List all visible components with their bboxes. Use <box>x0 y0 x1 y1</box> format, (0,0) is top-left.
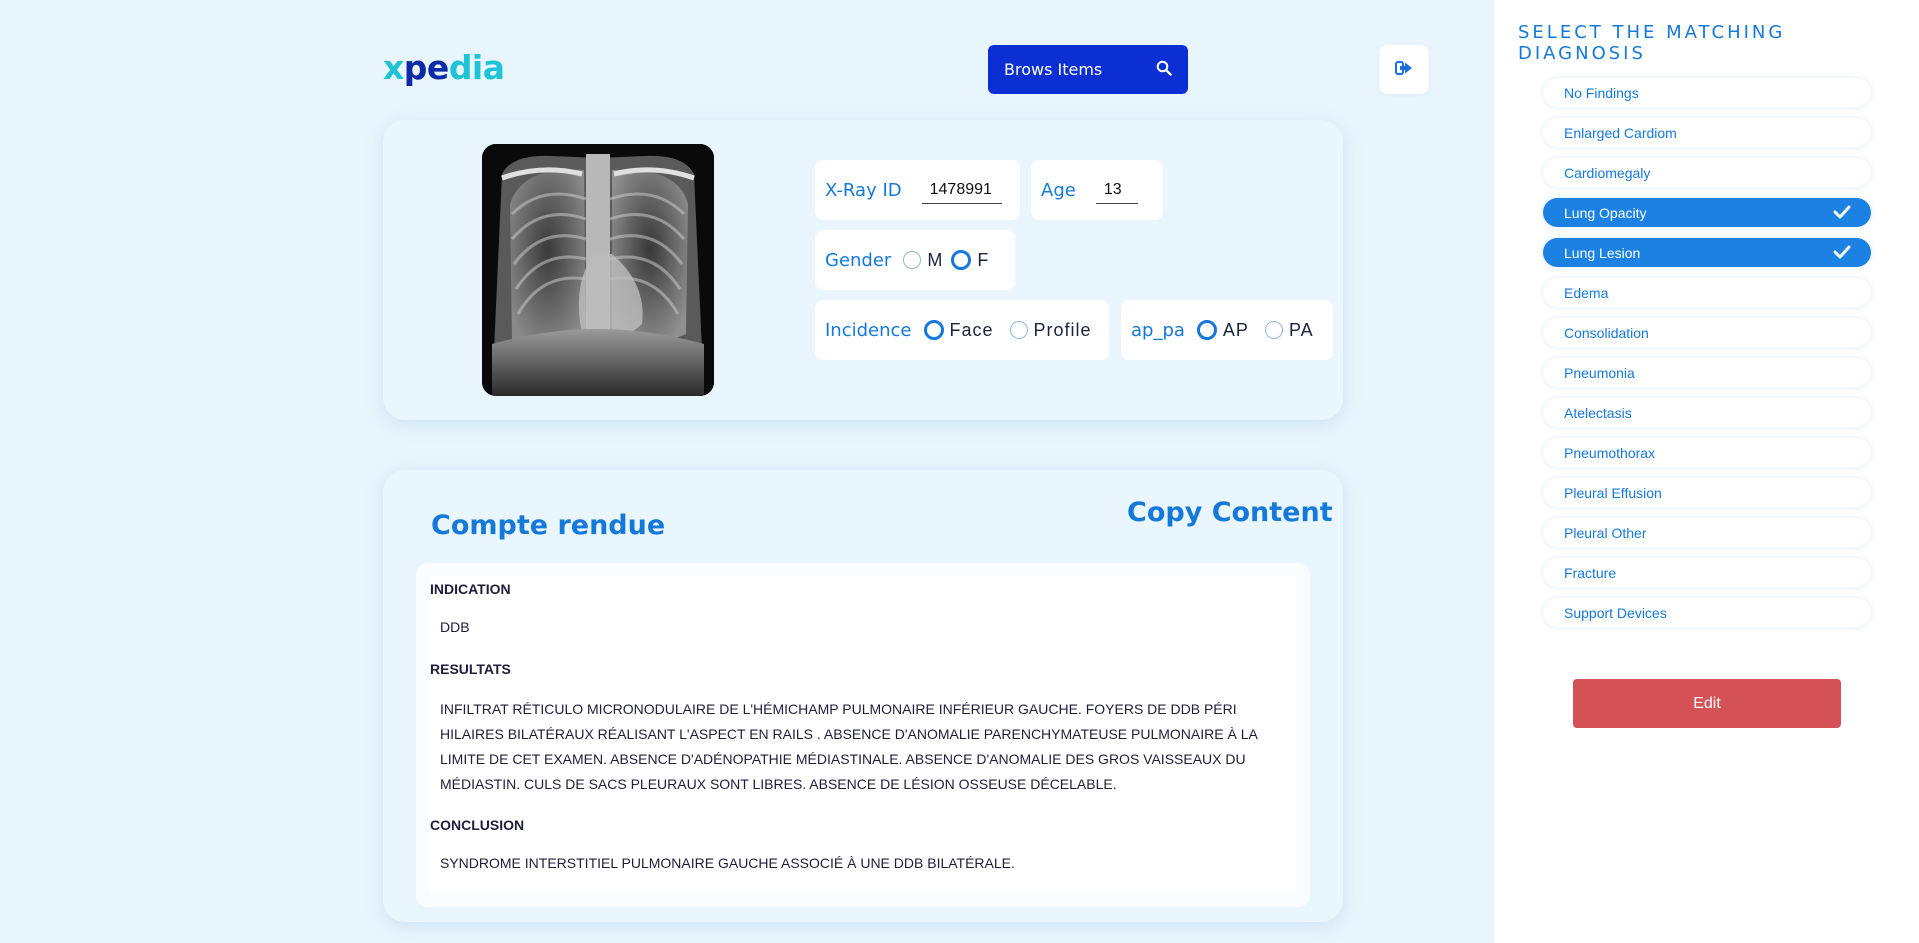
diagnosis-item-label: Lung Lesion <box>1564 244 1641 261</box>
diagnosis-item-label: Pleural Other <box>1564 524 1647 541</box>
gender-m-radio[interactable] <box>903 251 922 269</box>
conclusion-text: SYNDROME INTERSTITIEL PULMONAIRE GAUCHE … <box>440 855 1015 871</box>
diagnosis-item[interactable]: Pleural Other <box>1543 518 1871 547</box>
incidence-face-label: Face <box>949 319 994 340</box>
resultats-text: INFILTRAT RÉTICULO MICRONODULAIRE DE L'H… <box>440 701 1258 792</box>
browse-items-button[interactable]: Brows Items <box>988 45 1188 94</box>
gender-field-group: Gender M F <box>815 230 1015 290</box>
edit-button[interactable]: Edit <box>1573 679 1841 728</box>
age-label: Age <box>1041 179 1076 201</box>
incidence-face-radio[interactable] <box>923 320 944 340</box>
resultats-heading: RESULTATS <box>430 661 511 677</box>
browse-items-label: Brows Items <box>1004 60 1103 79</box>
indication-heading: INDICATION <box>430 581 511 597</box>
age-input[interactable] <box>1095 176 1138 204</box>
logout-button[interactable] <box>1379 45 1429 94</box>
logout-icon <box>1395 60 1413 80</box>
diagnosis-item-label: No Findings <box>1564 84 1639 101</box>
indication-text: DDB <box>440 619 470 635</box>
checkmark-icon <box>1833 205 1851 219</box>
diagnosis-item-label: Edema <box>1564 284 1609 301</box>
diagnosis-item[interactable]: Lung Lesion <box>1543 238 1871 267</box>
diagnosis-item[interactable]: Support Devices <box>1543 598 1871 627</box>
appa-ap-radio[interactable] <box>1196 320 1217 340</box>
appa-pa-radio[interactable] <box>1264 321 1283 339</box>
app-logo: xpedia <box>383 48 505 88</box>
diagnosis-item[interactable]: Consolidation <box>1543 318 1871 347</box>
appa-field-group: ap_pa AP PA <box>1121 300 1333 360</box>
search-icon <box>1156 60 1172 80</box>
copy-content-button[interactable]: Copy Content <box>1127 497 1333 528</box>
diagnosis-item-label: Enlarged Cardiom <box>1564 124 1677 141</box>
diagnosis-panel-title: SELECT THE MATCHING DIAGNOSIS <box>1518 22 1786 64</box>
logo-pe: pe <box>403 48 450 87</box>
diagnosis-item-label: Lung Opacity <box>1564 204 1647 221</box>
gender-m-label: M <box>927 249 944 270</box>
diagnosis-item-label: Pleural Effusion <box>1564 484 1662 501</box>
appa-pa-label: PA <box>1288 319 1314 340</box>
diagnosis-item-label: Fracture <box>1564 564 1617 581</box>
diagnosis-item[interactable]: No Findings <box>1543 78 1871 107</box>
diagnosis-item[interactable]: Pleural Effusion <box>1543 478 1871 507</box>
incidence-profile-label: Profile <box>1033 319 1092 340</box>
logo-dia: dia <box>448 48 505 87</box>
diagnosis-item[interactable]: Edema <box>1543 278 1871 307</box>
diagnosis-item-label: Consolidation <box>1564 324 1649 341</box>
diagnosis-item[interactable]: Pneumonia <box>1543 358 1871 387</box>
checkmark-icon <box>1833 245 1851 259</box>
xray-id-input[interactable] <box>921 176 1002 204</box>
diagnosis-item-label: Atelectasis <box>1564 404 1632 421</box>
gender-f-label: F <box>977 249 990 270</box>
diagnosis-item-label: Support Devices <box>1564 604 1667 621</box>
report-title: Compte rendue <box>431 510 666 541</box>
age-field-group: Age <box>1031 160 1163 220</box>
xray-id-label: X-Ray ID <box>825 179 902 201</box>
incidence-field-group: Incidence Face Profile <box>815 300 1109 360</box>
diagnosis-item[interactable]: Pneumothorax <box>1543 438 1871 467</box>
diagnosis-item[interactable]: Fracture <box>1543 558 1871 587</box>
diagnosis-item[interactable]: Lung Opacity <box>1543 198 1871 227</box>
report-content-box[interactable]: INDICATION DDB RESULTATS INFILTRAT RÉTIC… <box>416 563 1310 907</box>
conclusion-heading: CONCLUSION <box>430 817 525 833</box>
report-editor[interactable]: INDICATION DDB RESULTATS INFILTRAT RÉTIC… <box>430 577 1296 893</box>
diagnosis-item[interactable]: Enlarged Cardiom <box>1543 118 1871 147</box>
logo-x: x <box>383 48 404 87</box>
appa-label: ap_pa <box>1131 319 1185 341</box>
diagnosis-item-label: Cardiomegaly <box>1564 164 1651 181</box>
diagnosis-item[interactable]: Atelectasis <box>1543 398 1871 427</box>
gender-label: Gender <box>825 249 892 271</box>
incidence-profile-radio[interactable] <box>1009 321 1028 339</box>
xray-image[interactable] <box>482 144 714 396</box>
xray-id-field-group: X-Ray ID <box>815 160 1020 220</box>
diagnosis-item-label: Pneumothorax <box>1564 444 1656 461</box>
diagnosis-item-label: Pneumonia <box>1564 364 1635 381</box>
incidence-label: Incidence <box>825 319 912 341</box>
appa-ap-label: AP <box>1222 319 1249 340</box>
gender-f-radio[interactable] <box>951 250 972 270</box>
diagnosis-item[interactable]: Cardiomegaly <box>1543 158 1871 187</box>
